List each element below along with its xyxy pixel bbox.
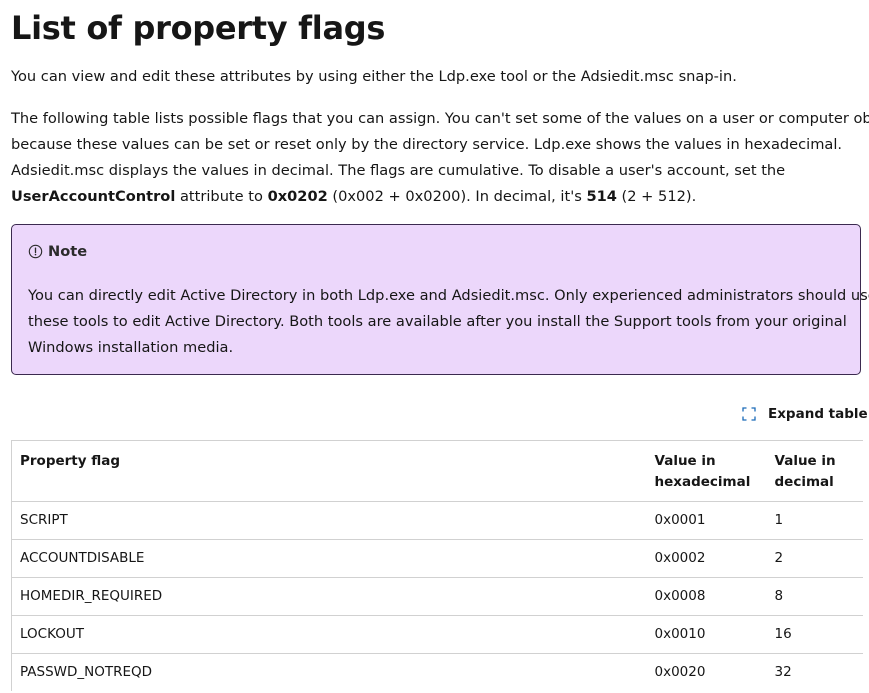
- header-dec-line-2: decimal: [774, 474, 834, 490]
- description-line-3: Adsiedit.msc displays the values in deci…: [11, 162, 786, 179]
- description-text-c: (2 + 512).: [616, 188, 697, 205]
- note-title: Note: [48, 243, 88, 260]
- note-line-1: You can directly edit Active Directory i…: [28, 287, 869, 304]
- cell-hex: 0x0010: [646, 615, 767, 654]
- description-line-1: The following table lists possible flags…: [11, 110, 869, 127]
- cell-flag: HOMEDIR_REQUIRED: [11, 577, 647, 616]
- cell-decimal: 16: [766, 615, 863, 654]
- description-text-a: attribute to: [175, 188, 268, 205]
- table-row: LOCKOUT 0x0010 16: [11, 615, 863, 654]
- hex-value: 0x0202: [267, 188, 328, 205]
- description-paragraph: The following table lists possible flags…: [11, 106, 869, 210]
- note-body: You can directly edit Active Directory i…: [28, 283, 869, 361]
- header-decimal: Value in decimal: [766, 440, 863, 502]
- table-row: ACCOUNTDISABLE 0x0002 2: [11, 539, 863, 578]
- cell-flag: SCRIPT: [11, 501, 647, 540]
- note-header: Note: [28, 243, 87, 260]
- cell-decimal: 8: [766, 577, 863, 616]
- header-hex: Value in hexadecimal: [646, 440, 767, 502]
- property-flags-table-container: Property flag Value in hexadecimal Value …: [11, 440, 863, 693]
- table-row: HOMEDIR_REQUIRED 0x0008 8: [11, 577, 863, 616]
- article-page: List of property flags You can view and …: [0, 0, 869, 693]
- table-row: PASSWD_NOTREQD 0x0020 32: [11, 653, 863, 691]
- decimal-value: 514: [586, 188, 617, 205]
- cell-decimal: 2: [766, 539, 863, 578]
- note-callout: Note You can directly edit Active Direct…: [11, 224, 869, 375]
- header-hex-line-2: hexadecimal: [654, 474, 751, 490]
- attribute-name: UserAccountControl: [11, 188, 176, 205]
- description-line-2: because these values can be set or reset…: [11, 136, 843, 153]
- cell-flag: PASSWD_NOTREQD: [11, 653, 647, 691]
- expand-icon: [742, 407, 756, 421]
- cell-hex: 0x0008: [646, 577, 767, 616]
- table-row: SCRIPT 0x0001 1: [11, 501, 863, 540]
- note-line-3: Windows installation media.: [28, 339, 234, 356]
- expand-table-button[interactable]: Expand table: [742, 406, 868, 422]
- expand-table-label: Expand table: [768, 406, 868, 422]
- property-flags-table: Property flag Value in hexadecimal Value …: [11, 440, 863, 691]
- cell-hex: 0x0020: [646, 653, 767, 691]
- info-circle-icon: [28, 244, 43, 259]
- header-property-flag: Property flag: [11, 440, 647, 502]
- table-header-row: Property flag Value in hexadecimal Value …: [11, 440, 863, 502]
- cell-decimal: 1: [766, 501, 863, 540]
- header-hex-line-1: Value in: [654, 453, 716, 469]
- cell-flag: LOCKOUT: [11, 615, 647, 654]
- intro-paragraph: You can view and edit these attributes b…: [11, 68, 737, 85]
- page-title: List of property flags: [11, 9, 386, 47]
- cell-hex: 0x0002: [646, 539, 767, 578]
- cell-flag: ACCOUNTDISABLE: [11, 539, 647, 578]
- header-dec-line-1: Value in: [774, 453, 836, 469]
- description-text-b: (0x002 + 0x0200). In decimal, it's: [327, 188, 587, 205]
- note-line-2: these tools to edit Active Directory. Bo…: [28, 313, 847, 330]
- cell-hex: 0x0001: [646, 501, 767, 540]
- cell-decimal: 32: [766, 653, 863, 691]
- description-line-4: UserAccountControl attribute to 0x0202 (…: [11, 184, 869, 210]
